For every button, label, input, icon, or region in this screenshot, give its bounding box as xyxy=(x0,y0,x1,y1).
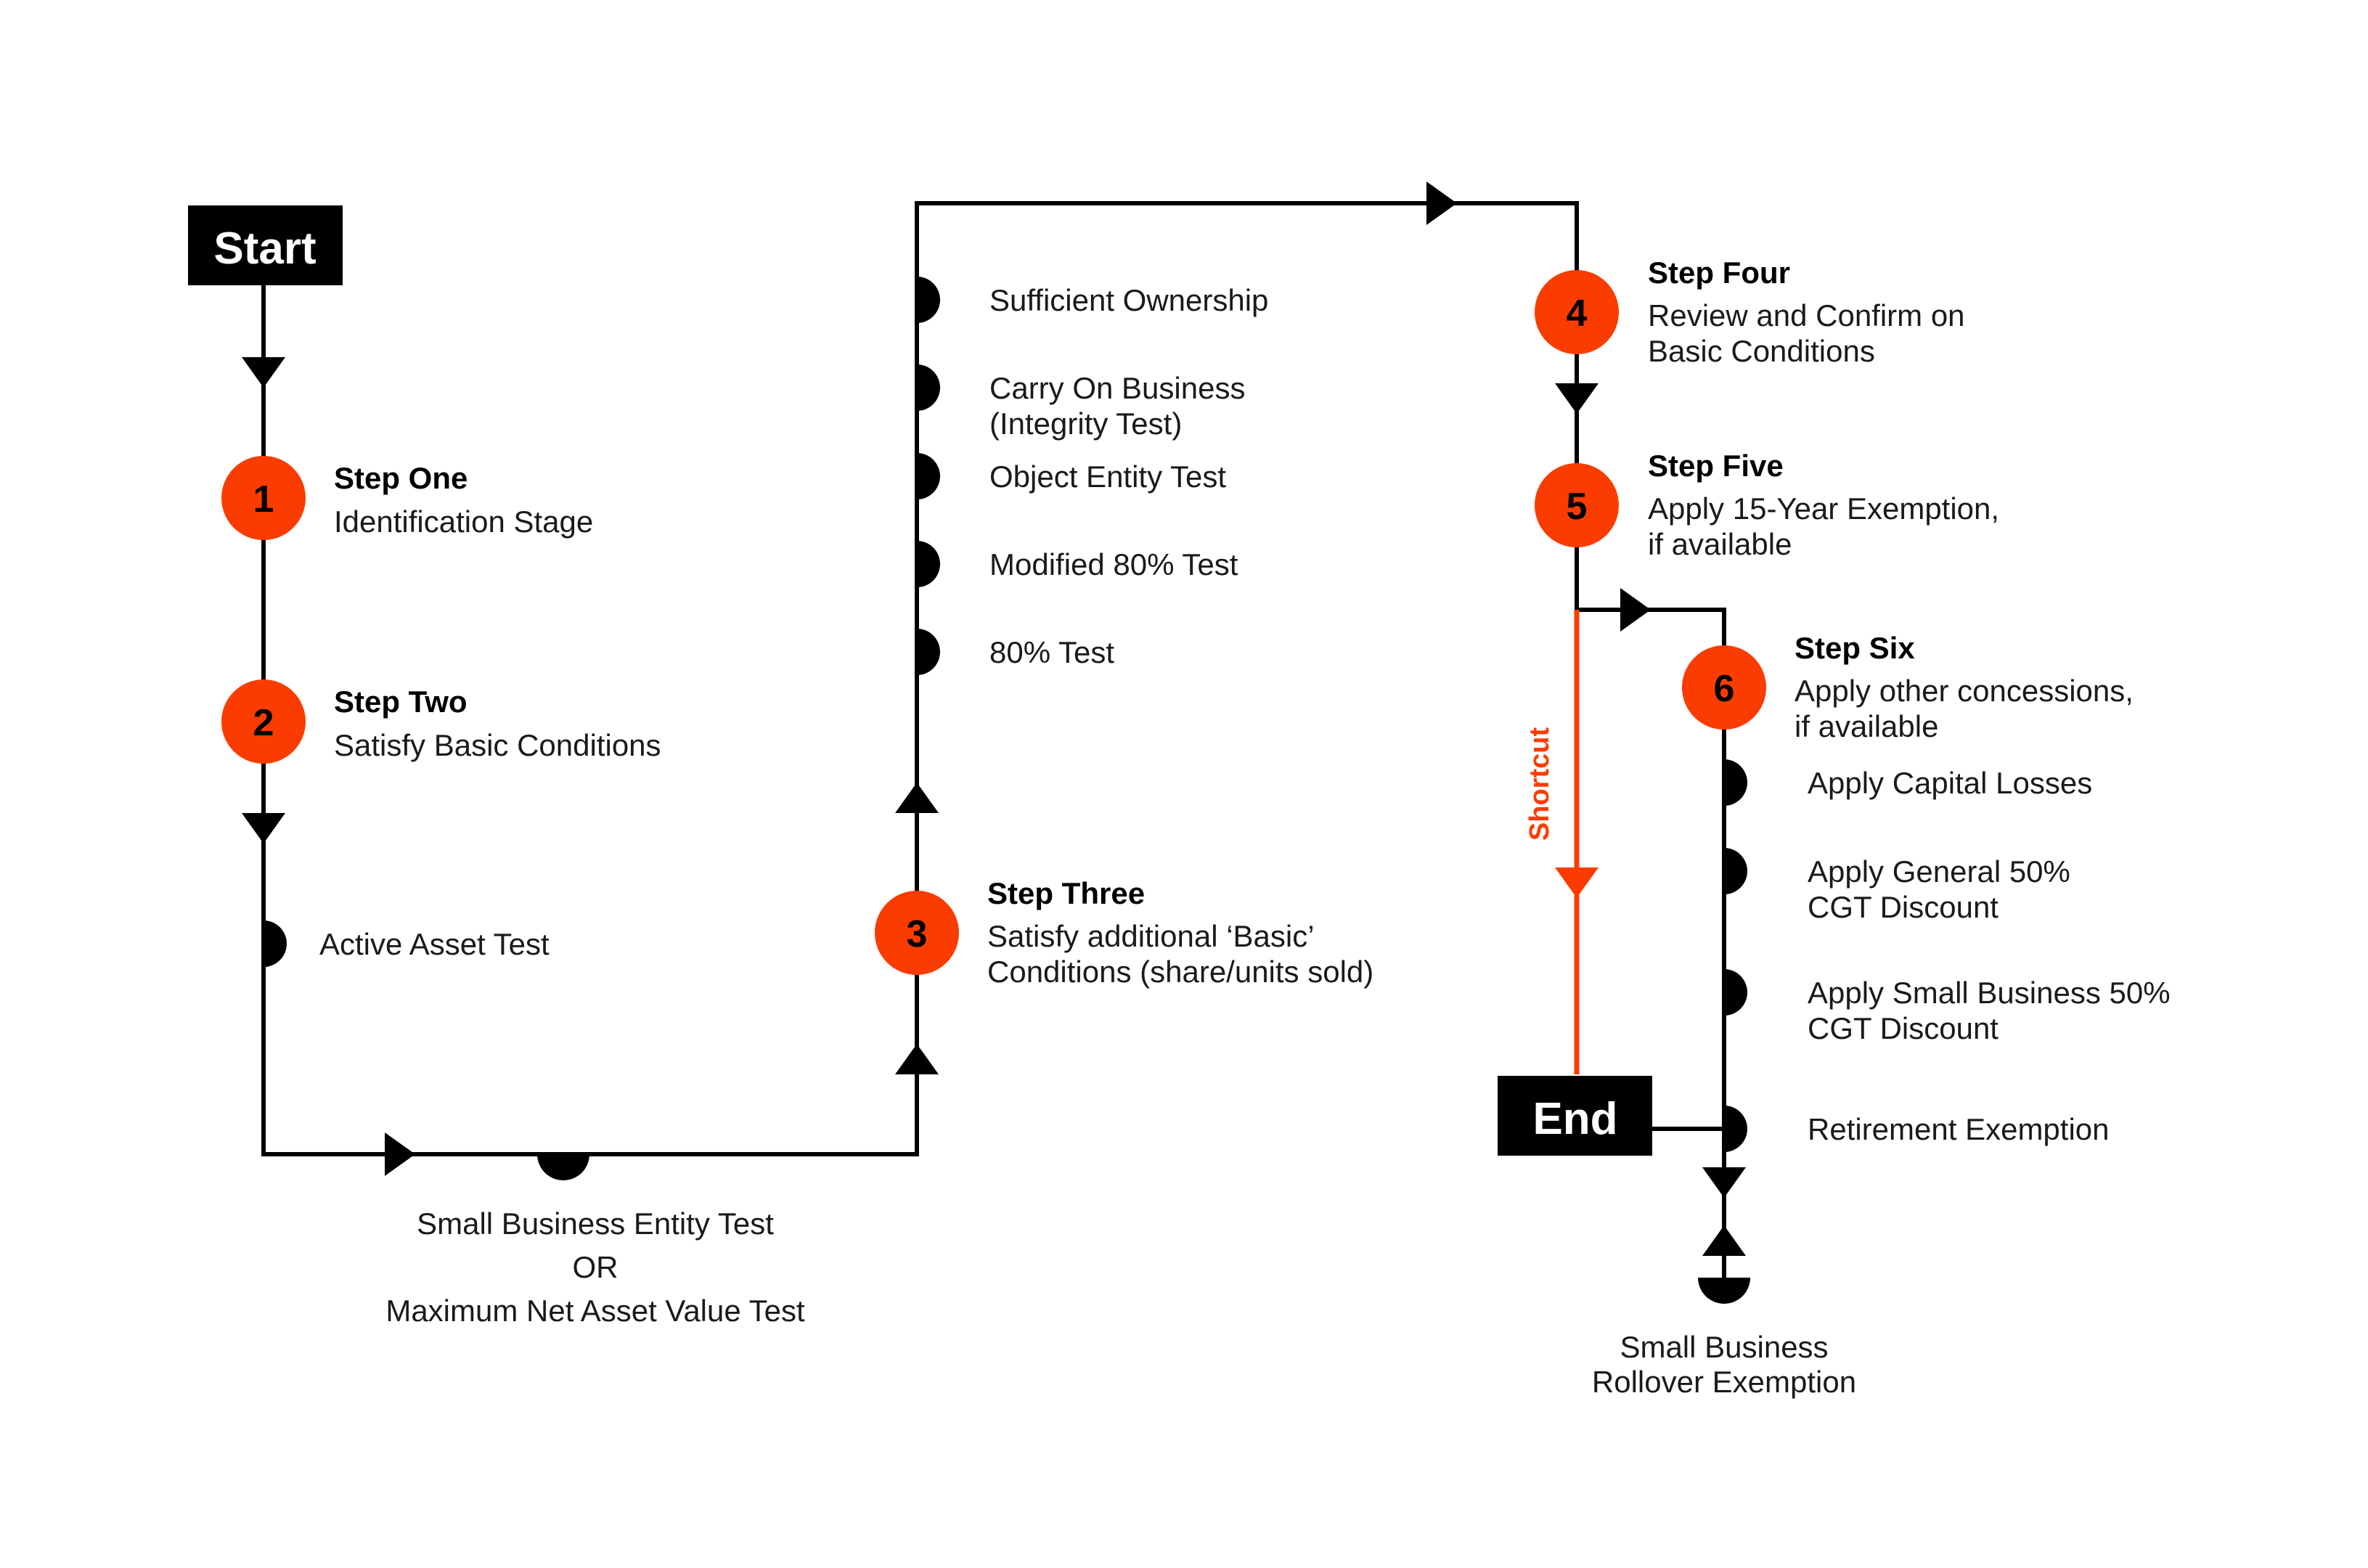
left-bullet-label-group: Active Asset Test xyxy=(319,927,550,961)
label-apply-sb-50-line-2: CGT Discount xyxy=(1808,1011,1998,1045)
label-apply-general-50-line-2: CGT Discount xyxy=(1808,890,1998,924)
right-footer-line-2: Rollover Exemption xyxy=(1592,1365,1856,1399)
step-number-2: 2 xyxy=(253,702,274,744)
label-carry-on-business-line-1: Carry On Business xyxy=(989,371,1245,405)
step-node-6[interactable]: 6 Step Six Apply other concessions, if a… xyxy=(1682,631,2134,743)
step-node-5[interactable]: 5 Step Five Apply 15-Year Exemption, if … xyxy=(1535,449,1999,561)
arrow-up-above-step3 xyxy=(895,783,939,813)
left-footer-line-3: Maximum Net Asset Value Test xyxy=(385,1294,805,1328)
step-desc-5-line-1: Apply 15-Year Exemption, xyxy=(1648,491,1999,526)
step-number-1: 1 xyxy=(253,478,274,520)
bullet-80-test xyxy=(917,629,940,675)
step-title-2: Step Two xyxy=(334,685,468,719)
arrow-down-step2 xyxy=(242,813,285,844)
step-node-2[interactable]: 2 Step Two Satisfy Basic Conditions xyxy=(221,679,661,764)
step-title-1: Step One xyxy=(334,461,468,495)
step-number-6: 6 xyxy=(1714,668,1735,710)
label-carry-on-business-line-2: (Integrity Test) xyxy=(989,407,1182,441)
label-apply-sb-50-line-1: Apply Small Business 50% xyxy=(1808,976,2171,1010)
step-title-4: Step Four xyxy=(1648,256,1790,290)
right-footer-line-1: Small Business xyxy=(1620,1330,1828,1364)
label-retirement-exemption: Retirement Exemption xyxy=(1808,1112,2110,1146)
label-80-test: 80% Test xyxy=(989,635,1114,669)
arrow-up-rollover xyxy=(1702,1225,1746,1256)
step-number-5: 5 xyxy=(1567,486,1588,528)
step-number-3: 3 xyxy=(907,913,928,955)
label-sufficient-ownership: Sufficient Ownership xyxy=(989,283,1268,317)
step-desc-3-line-2: Conditions (share/units sold) xyxy=(987,955,1373,989)
bullet-sufficient-ownership xyxy=(917,277,940,323)
bullet-small-business-entity-test xyxy=(537,1154,589,1180)
label-apply-capital-losses: Apply Capital Losses xyxy=(1808,766,2092,800)
right-bullet-labels: Apply Capital Losses Apply General 50% C… xyxy=(1808,766,2171,1146)
arrow-down-retirement xyxy=(1702,1167,1746,1198)
step-title-6: Step Six xyxy=(1795,631,1915,665)
bullet-apply-small-business-50-cgt-discount xyxy=(1724,969,1747,1016)
step-desc-6-line-1: Apply other concessions, xyxy=(1795,674,2134,708)
bullet-carry-on-business xyxy=(917,364,940,411)
step-number-4: 4 xyxy=(1567,293,1588,335)
label-object-entity-test: Object Entity Test xyxy=(989,460,1226,494)
step-desc-4-line-2: Basic Conditions xyxy=(1648,334,1875,368)
step-desc-4-line-1: Review and Confirm on xyxy=(1648,298,1965,332)
arrow-up-below-step3 xyxy=(895,1044,939,1074)
arrow-right-step6 xyxy=(1620,588,1651,632)
step-title-3: Step Three xyxy=(987,876,1145,910)
start-label: Start xyxy=(213,224,316,274)
label-active-asset-test: Active Asset Test xyxy=(319,927,550,961)
bullet-small-business-rollover-exemption xyxy=(1698,1278,1750,1304)
right-footer-group: Small Business Rollover Exemption xyxy=(1592,1330,1856,1399)
bullet-active-asset-test xyxy=(264,920,287,967)
bullet-apply-general-50-cgt-discount xyxy=(1724,848,1747,894)
end-terminal[interactable]: End xyxy=(1498,1076,1652,1156)
label-modified-80-test: Modified 80% Test xyxy=(989,547,1238,581)
bullet-apply-capital-losses xyxy=(1724,759,1747,806)
bullet-modified-80-test xyxy=(917,541,940,587)
arrow-right-top xyxy=(1426,181,1457,225)
bullet-retirement-exemption xyxy=(1724,1106,1747,1152)
shortcut-label: Shortcut xyxy=(1524,727,1555,841)
arrow-down-start xyxy=(242,357,285,388)
shortcut-label-group: Shortcut xyxy=(1524,727,1555,841)
label-apply-general-50-line-1: Apply General 50% xyxy=(1808,854,2070,889)
step-desc-1-line-1: Identification Stage xyxy=(334,505,593,539)
step-desc-5-line-2: if available xyxy=(1648,527,1792,561)
step-desc-3-line-1: Satisfy additional ‘Basic’ xyxy=(987,919,1315,953)
arrow-down-shortcut xyxy=(1555,867,1599,898)
end-label: End xyxy=(1532,1094,1617,1144)
step-desc-6-line-2: if available xyxy=(1795,709,1938,743)
left-footer-line-2: OR xyxy=(573,1250,618,1284)
left-footer-line-1: Small Business Entity Test xyxy=(417,1206,774,1241)
arrow-down-step4 xyxy=(1555,383,1599,414)
step-node-4[interactable]: 4 Step Four Review and Confirm on Basic … xyxy=(1535,256,1965,368)
left-footer-group: Small Business Entity Test OR Maximum Ne… xyxy=(385,1206,805,1328)
flowchart-canvas: Start End 1 Step One Identification Stag… xyxy=(0,0,2368,1568)
step-node-3[interactable]: 3 Step Three Satisfy additional ‘Basic’ … xyxy=(875,876,1373,989)
flowchart-svg: Start End 1 Step One Identification Stag… xyxy=(188,181,2171,1399)
arrow-right-bottom-left xyxy=(385,1132,415,1176)
step-node-1[interactable]: 1 Step One Identification Stage xyxy=(221,456,593,540)
start-terminal[interactable]: Start xyxy=(188,205,343,285)
bullet-object-entity-test xyxy=(917,453,940,499)
step-title-5: Step Five xyxy=(1648,449,1784,483)
middle-bullet-labels: Sufficient Ownership Carry On Business (… xyxy=(989,283,1268,669)
step-desc-2-line-1: Satisfy Basic Conditions xyxy=(334,728,661,762)
